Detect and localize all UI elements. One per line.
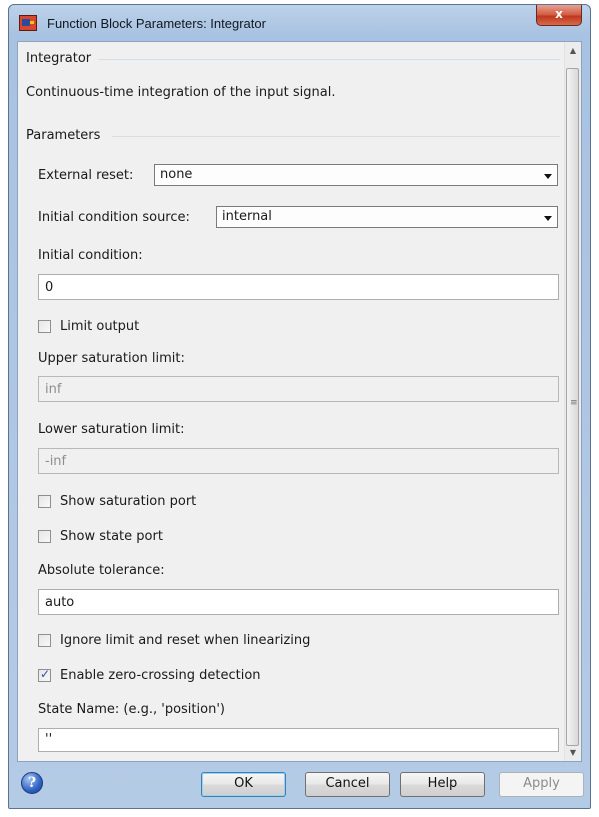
zero-crossing-checkbox[interactable]: ✓: [38, 667, 51, 682]
chevron-down-icon: [544, 174, 552, 179]
initial-condition-source-label: Initial condition source:: [38, 210, 190, 225]
title-bar[interactable]: Function Block Parameters: Integrator x: [9, 5, 590, 41]
scroll-down-icon[interactable]: ▼: [565, 744, 581, 761]
show-state-port-label: Show state port: [60, 529, 163, 544]
state-name-label: State Name: (e.g., 'position'): [38, 702, 225, 717]
upper-saturation-value: inf: [45, 382, 62, 397]
state-name-field[interactable]: '': [38, 728, 559, 752]
chevron-down-icon: [544, 216, 552, 221]
parameters-group-divider: [112, 136, 560, 137]
ok-button[interactable]: OK: [201, 772, 286, 797]
upper-saturation-field: inf: [38, 376, 559, 402]
block-name-label: Integrator: [26, 51, 92, 66]
dialog-window: Function Block Parameters: Integrator x …: [8, 4, 591, 809]
close-button[interactable]: x: [536, 5, 582, 26]
initial-condition-value: 0: [45, 280, 54, 295]
zero-crossing-label: Enable zero-crossing detection: [60, 668, 261, 683]
external-reset-dropdown[interactable]: none: [154, 164, 558, 186]
cancel-button[interactable]: Cancel: [305, 772, 390, 797]
apply-button: Apply: [499, 772, 584, 797]
upper-saturation-label: Upper saturation limit:: [38, 351, 185, 366]
absolute-tolerance-field[interactable]: auto: [38, 589, 559, 615]
scroll-thumb[interactable]: ≡: [566, 68, 579, 746]
show-saturation-port-checkbox[interactable]: [38, 495, 51, 508]
help-button[interactable]: Help: [400, 772, 485, 797]
absolute-tolerance-label: Absolute tolerance:: [38, 563, 165, 578]
initial-condition-source-value: internal: [222, 209, 272, 224]
dialog-client-area: Integrator Continuous-time integration o…: [17, 41, 582, 762]
lower-saturation-value: -inf: [45, 454, 67, 469]
checkmark-icon: ✓: [40, 667, 51, 681]
absolute-tolerance-value: auto: [45, 595, 75, 610]
external-reset-value: none: [160, 167, 193, 182]
initial-condition-label: Initial condition:: [38, 248, 143, 263]
state-name-value: '': [45, 732, 53, 747]
parameters-section-label: Parameters: [26, 128, 101, 143]
lower-saturation-field: -inf: [38, 448, 559, 474]
initial-condition-field[interactable]: 0: [38, 274, 559, 300]
scroll-up-icon[interactable]: ▲: [565, 42, 581, 59]
ignore-limit-label: Ignore limit and reset when linearizing: [60, 633, 311, 648]
initial-condition-source-dropdown[interactable]: internal: [216, 206, 558, 228]
block-description: Continuous-time integration of the input…: [26, 85, 336, 100]
button-bar: ? OK Cancel Help Apply: [17, 762, 584, 802]
lower-saturation-label: Lower saturation limit:: [38, 422, 185, 437]
vertical-scrollbar[interactable]: ▲ ≡ ▼: [564, 42, 581, 761]
ignore-limit-checkbox[interactable]: [38, 634, 51, 647]
limit-output-checkbox[interactable]: [38, 320, 51, 333]
external-reset-label: External reset:: [38, 168, 134, 183]
limit-output-label: Limit output: [60, 319, 140, 334]
simulink-block-icon: [19, 15, 37, 31]
show-saturation-port-label: Show saturation port: [60, 494, 197, 509]
show-state-port-checkbox[interactable]: [38, 530, 51, 543]
help-question-icon[interactable]: ?: [21, 772, 43, 794]
block-group-divider: [98, 59, 560, 60]
window-title: Function Block Parameters: Integrator: [47, 16, 266, 31]
grip-icon: ≡: [570, 398, 578, 408]
